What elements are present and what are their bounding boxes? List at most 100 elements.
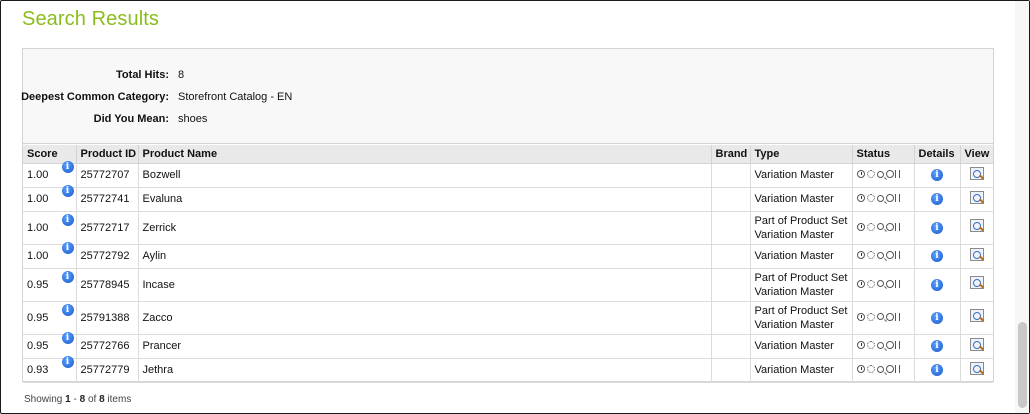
score-info-icon[interactable]: i <box>61 270 74 283</box>
score-cell: 0.95 i <box>23 268 77 302</box>
brand-cell <box>711 358 751 383</box>
key-tail-icon <box>894 194 900 202</box>
column-header-view: View <box>960 145 993 164</box>
key-icon <box>885 365 894 373</box>
product-id-cell: 25772766 <box>76 334 139 359</box>
column-header-product-name[interactable]: Product Name <box>138 145 712 164</box>
details-info-icon[interactable]: i <box>931 340 943 353</box>
did-you-mean-value[interactable]: shoes <box>178 113 207 125</box>
score-info-icon[interactable]: i <box>61 213 74 226</box>
score-cell: 0.95 i <box>23 332 77 359</box>
brand-cell <box>711 301 751 335</box>
product-id-cell: 25772707 <box>76 163 139 188</box>
preview-magnifier-icon[interactable] <box>969 276 984 289</box>
brand-cell <box>711 244 751 269</box>
view-cell <box>960 163 993 188</box>
preview-magnifier-icon[interactable] <box>969 361 984 375</box>
total-hits-value: 8 <box>178 69 185 81</box>
details-info-icon[interactable]: i <box>931 250 943 263</box>
score-info-icon[interactable]: i <box>61 242 74 254</box>
score-cell: 0.95 i <box>23 301 77 335</box>
table-row: 0.95 i 25772766 Prancer Variation Master i <box>23 332 993 359</box>
product-id-cell: 25791388 <box>76 301 139 335</box>
key-tail-icon <box>894 251 900 259</box>
details-cell: i <box>914 211 961 245</box>
type-line-1: Variation Master <box>754 364 834 376</box>
summary-did-you-mean: Did You Mean: shoes <box>23 113 993 127</box>
details-cell: i <box>914 244 961 269</box>
type-line-1: Variation Master <box>754 169 834 181</box>
footer-sep: - <box>73 394 77 405</box>
product-name-cell: Jethra <box>138 358 712 383</box>
magnifier-icon <box>876 365 884 373</box>
table-row: 0.93 i 25772779 Jethra Variation Master i <box>23 356 993 383</box>
score-info-icon[interactable]: i <box>61 356 74 368</box>
score-value: 1.00 <box>27 193 49 205</box>
table-row: 1.00 i 25772717 Zerrick Part of Product Set V… <box>23 211 993 245</box>
key-tail-icon <box>894 170 900 178</box>
product-id-cell: 25772717 <box>76 211 139 245</box>
footer-suffix: items <box>107 394 132 405</box>
column-header-product-id[interactable]: Product ID <box>76 145 139 164</box>
magnifier-icon <box>876 170 884 178</box>
clock-icon <box>856 251 865 259</box>
details-info-icon[interactable]: i <box>931 193 943 206</box>
score-info-icon[interactable]: i <box>61 303 74 316</box>
type-cell: Variation Master <box>750 244 853 269</box>
score-cell: 0.93 i <box>23 356 77 383</box>
table-row: 1.00 i 25772741 Evaluna Variation Master i <box>23 185 993 212</box>
score-info-icon[interactable]: i <box>61 161 74 173</box>
score-value: 0.95 <box>27 311 49 324</box>
gear-icon <box>866 365 875 373</box>
details-cell: i <box>914 358 961 383</box>
preview-magnifier-icon[interactable] <box>969 309 984 322</box>
score-cell: 1.00 i <box>23 211 77 245</box>
key-tail-icon <box>894 312 900 321</box>
magnifier-icon <box>876 341 884 349</box>
view-cell <box>960 301 993 335</box>
score-cell: 1.00 i <box>23 242 77 269</box>
score-value: 0.95 <box>27 340 49 352</box>
preview-magnifier-icon[interactable] <box>969 337 984 351</box>
category-value: Storefront Catalog - EN <box>178 91 293 103</box>
view-cell <box>960 334 993 359</box>
key-tail-icon <box>894 341 900 349</box>
details-info-icon[interactable]: i <box>931 311 943 324</box>
score-info-icon[interactable]: i <box>61 185 74 197</box>
results-panel: Total Hits: 8 Deepest Common Category: S… <box>21 48 994 383</box>
details-info-icon[interactable]: i <box>931 169 943 182</box>
product-name-cell: Prancer <box>138 334 712 359</box>
details-info-icon[interactable]: i <box>931 364 943 377</box>
footer-of: of <box>87 394 97 405</box>
preview-magnifier-icon[interactable] <box>969 247 984 261</box>
details-info-icon[interactable]: i <box>931 278 943 291</box>
gear-icon <box>866 170 875 178</box>
view-cell <box>960 187 993 212</box>
status-cell <box>852 268 915 302</box>
brand-cell <box>711 211 751 245</box>
type-cell: Part of Product Set Variation Master <box>750 211 853 245</box>
summary-total-hits: Total Hits: 8 <box>23 69 993 83</box>
preview-magnifier-icon[interactable] <box>969 166 984 180</box>
key-icon <box>885 279 894 288</box>
scrollbar-thumb[interactable] <box>1018 322 1027 408</box>
magnifier-icon <box>876 251 884 259</box>
details-cell: i <box>914 187 961 212</box>
column-header-brand[interactable]: Brand <box>711 145 751 164</box>
type-line-1: Part of Product Set <box>754 271 848 284</box>
score-info-icon[interactable]: i <box>61 332 74 344</box>
type-line-2: Variation Master <box>754 318 834 331</box>
column-header-type[interactable]: Type <box>750 145 853 164</box>
gear-icon <box>866 341 875 349</box>
preview-magnifier-icon[interactable] <box>969 219 984 232</box>
clock-icon <box>856 365 865 373</box>
key-icon <box>885 251 894 259</box>
table-row: 1.00 i 25772707 Bozwell Variation Master i <box>23 161 993 188</box>
gear-icon <box>866 222 875 231</box>
product-id-cell: 25772741 <box>76 187 139 212</box>
preview-magnifier-icon[interactable] <box>969 190 984 204</box>
search-summary: Total Hits: 8 Deepest Common Category: S… <box>21 49 993 144</box>
key-icon <box>885 170 894 178</box>
clock-icon <box>856 312 865 321</box>
details-info-icon[interactable]: i <box>931 221 943 234</box>
